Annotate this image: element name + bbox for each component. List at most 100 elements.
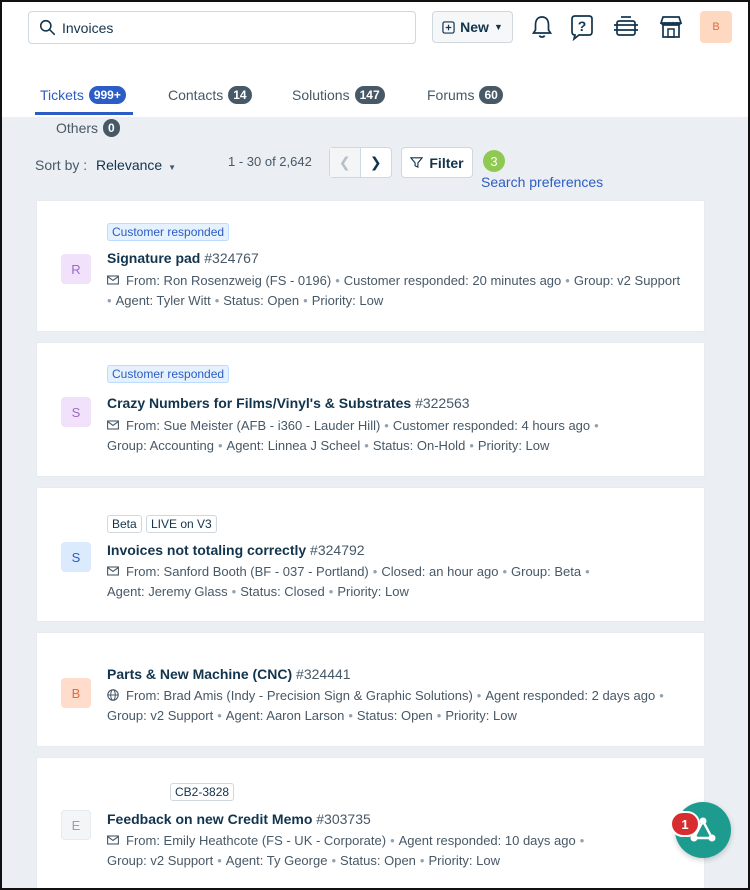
tab-count: 999+: [88, 86, 126, 104]
requester-avatar: B: [61, 678, 91, 708]
new-button-label: New: [460, 19, 489, 35]
ticket-agent: Agent: Jeremy Glass: [107, 584, 228, 599]
email-reply-icon: [107, 835, 119, 845]
pagination-controls: ❮ ❯: [329, 147, 392, 178]
filter-label: Filter: [429, 154, 464, 171]
svg-text:?: ?: [578, 18, 587, 34]
new-button[interactable]: New ▼: [432, 11, 513, 43]
ticket-card[interactable]: B Parts & New Machine (CNC) #324441 From…: [36, 632, 705, 747]
tab-label: Solutions: [292, 87, 350, 103]
tab-count: 60: [479, 86, 503, 104]
ticket-from: From: Sanford Booth (BF - 037 - Portland…: [126, 564, 369, 579]
filter-button[interactable]: Filter: [401, 147, 473, 178]
ticket-number: #322563: [415, 395, 470, 411]
ticket-priority: Priority: Low: [477, 438, 550, 453]
search-preferences-link[interactable]: Search preferences: [481, 174, 603, 190]
ticket-agent: Agent: Aaron Larson: [225, 708, 345, 723]
ticket-status-time: Customer responded: 4 hours ago: [392, 418, 591, 433]
ticket-title: Invoices not totaling correctly: [107, 542, 307, 558]
tab-count: 14: [228, 86, 252, 104]
search-icon: [39, 19, 56, 36]
ticket-group: Group: v2 Support: [107, 853, 214, 868]
filter-count-badge: 3: [483, 150, 505, 172]
ticket-group: Group: v2 Support: [107, 708, 214, 723]
bell-icon[interactable]: [528, 13, 556, 41]
ticket-subject[interactable]: Parts & New Machine (CNC) #324441: [107, 666, 351, 682]
email-icon: [107, 566, 119, 576]
tab-others[interactable]: Others 0: [56, 119, 120, 137]
ticket-number: #324441: [296, 666, 351, 682]
prev-page-button[interactable]: ❮: [330, 148, 361, 177]
top-bar: New ▼ ? B Tickets 999+: [2, 2, 748, 117]
tab-count: 147: [354, 86, 385, 104]
next-page-button[interactable]: ❯: [361, 148, 391, 177]
ticket-status: Status: Open: [223, 293, 300, 308]
requester-avatar: S: [61, 397, 91, 427]
ticket-card[interactable]: Customer responded S Crazy Numbers for F…: [36, 342, 705, 477]
ticket-from: From: Brad Amis (Indy - Precision Sign &…: [126, 688, 473, 703]
ticket-from: From: Sue Meister (AFB - i360 - Lauder H…: [126, 418, 381, 433]
ticket-from: From: Emily Heathcote (FS - UK - Corpora…: [126, 833, 387, 848]
ticket-subject[interactable]: Signature pad #324767: [107, 250, 259, 266]
ticket-status-time: Agent responded: 10 days ago: [398, 833, 576, 848]
notification-badge: 1: [670, 811, 700, 837]
ticket-group: Group: Beta: [511, 564, 582, 579]
chevron-down-icon: ▼: [168, 163, 176, 172]
ticket-title: Signature pad: [107, 250, 201, 266]
ticket-priority: Priority: Low: [428, 853, 501, 868]
global-search[interactable]: [28, 11, 416, 44]
ticket-card[interactable]: Beta LIVE on V3 S Invoices not totaling …: [36, 487, 705, 622]
app-frame: New ▼ ? B Tickets 999+: [0, 0, 750, 890]
ticket-subject[interactable]: Crazy Numbers for Films/Vinyl's & Substr…: [107, 395, 470, 411]
ticket-status: Status: Open: [340, 853, 416, 868]
tab-solutions[interactable]: Solutions 147: [292, 86, 385, 104]
ticket-meta: From: Sue Meister (AFB - i360 - Lauder H…: [107, 418, 599, 453]
email-icon: [107, 275, 119, 285]
sort-value: Relevance: [96, 157, 163, 173]
requester-avatar: S: [61, 542, 91, 572]
ticket-group: Group: v2 Support: [573, 273, 681, 288]
sort-label: Sort by :: [35, 157, 88, 173]
marketplace-icon[interactable]: [657, 13, 685, 41]
ticket-agent: Agent: Ty George: [225, 853, 328, 868]
ticket-card[interactable]: CB2-3828 E Feedback on new Credit Memo #…: [36, 757, 705, 888]
ticket-tag: Customer responded: [107, 365, 230, 383]
search-input[interactable]: [62, 19, 402, 36]
globe-icon: [107, 689, 119, 701]
chevron-down-icon: ▼: [493, 22, 503, 32]
tab-label: Forums: [427, 87, 475, 103]
apps-drawer-icon[interactable]: [612, 13, 640, 41]
tab-label: Tickets: [40, 87, 84, 103]
tab-label: Contacts: [168, 87, 224, 103]
sort-by[interactable]: Sort by : Relevance ▼: [35, 157, 176, 173]
ticket-status: Status: Closed: [240, 584, 325, 599]
help-icon[interactable]: ?: [568, 13, 596, 41]
ticket-agent: Agent: Tyler Witt: [115, 293, 211, 308]
ticket-subject[interactable]: Invoices not totaling correctly #324792: [107, 542, 365, 558]
filter-icon: [410, 157, 424, 169]
ticket-meta: From: Emily Heathcote (FS - UK - Corpora…: [107, 833, 585, 868]
active-tab-indicator: [35, 112, 133, 115]
ticket-card[interactable]: Customer responded R Signature pad #3247…: [36, 200, 705, 332]
tab-label: Others: [56, 120, 99, 136]
ticket-title: Feedback on new Credit Memo: [107, 811, 313, 827]
ticket-status: Status: On-Hold: [372, 438, 466, 453]
ticket-number: #324767: [204, 250, 259, 266]
ticket-subject[interactable]: Feedback on new Credit Memo #303735: [107, 811, 371, 827]
ticket-number: #303735: [316, 811, 371, 827]
tab-forums[interactable]: Forums 60: [427, 86, 503, 104]
ticket-tag: CB2-3828: [170, 783, 235, 801]
tab-contacts[interactable]: Contacts 14: [168, 86, 252, 104]
tab-count: 0: [103, 119, 120, 137]
ticket-status-time: Customer responded: 20 minutes ago: [343, 273, 562, 288]
ticket-agent: Agent: Linnea J Scheel: [226, 438, 361, 453]
ticket-tag: LIVE on V3: [146, 515, 217, 533]
requester-avatar: R: [61, 254, 91, 284]
user-avatar[interactable]: B: [700, 11, 732, 43]
ticket-priority: Priority: Low: [337, 584, 409, 599]
tab-tickets[interactable]: Tickets 999+: [40, 86, 126, 104]
ticket-title: Parts & New Machine (CNC): [107, 666, 293, 682]
ticket-meta: From: Ron Rosenzweig (FS - 0196) • Custome…: [107, 273, 681, 308]
ticket-tag: Beta: [107, 515, 142, 533]
ticket-number: #324792: [310, 542, 365, 558]
